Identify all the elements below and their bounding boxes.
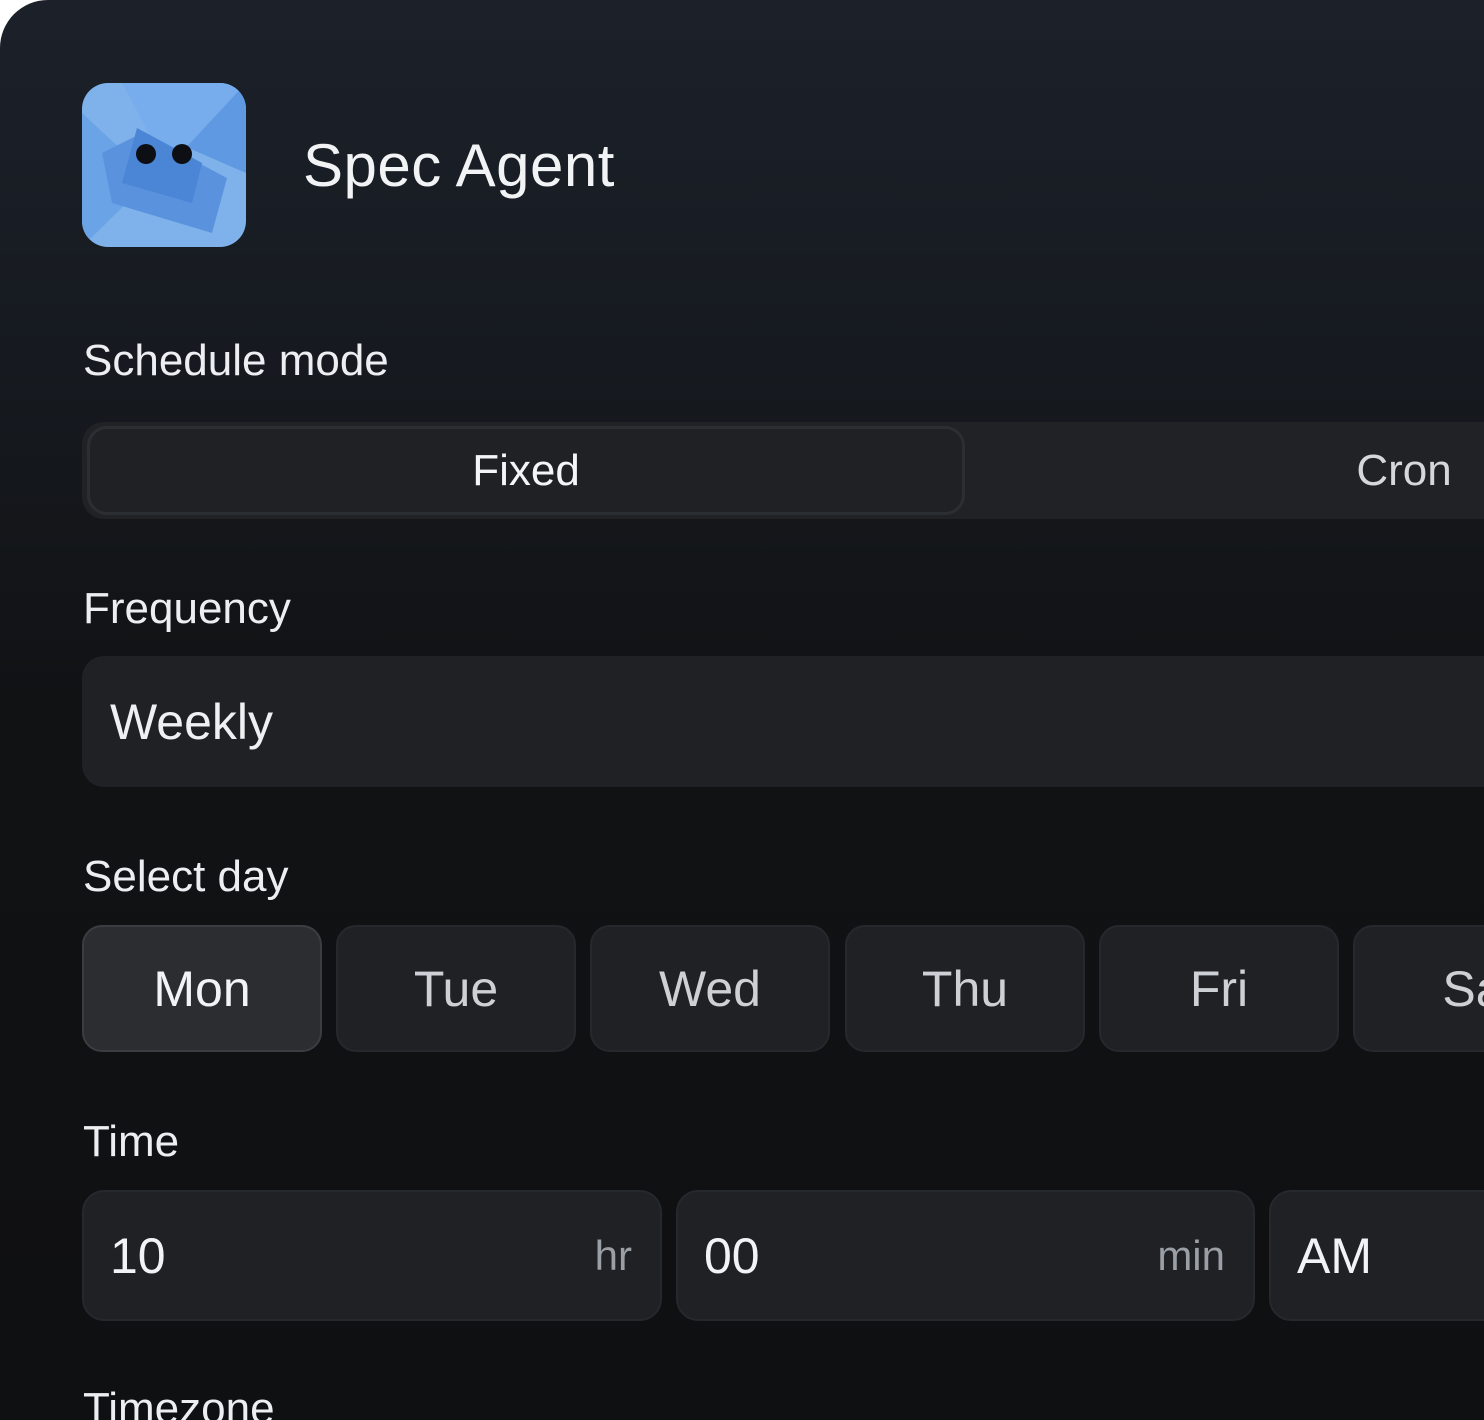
hour-unit: hr [594, 1231, 632, 1279]
timezone-label: Timezone [83, 1384, 275, 1420]
day-button-sat[interactable]: Sa [1353, 925, 1484, 1052]
select-day-label: Select day [83, 852, 289, 901]
robot-face-icon [82, 83, 246, 247]
schedule-mode-toggle: Fixed Cron [82, 422, 1484, 519]
day-button-fri[interactable]: Fri [1099, 925, 1339, 1052]
hour-input[interactable]: 10 hr [82, 1190, 662, 1321]
period-select[interactable]: AM [1269, 1190, 1484, 1321]
day-button-thu[interactable]: Thu [845, 925, 1085, 1052]
agent-title: Spec Agent [303, 131, 615, 199]
schedule-panel: Spec Agent Schedule mode Fixed Cron Freq… [0, 0, 1484, 1420]
schedule-mode-label: Schedule mode [83, 336, 389, 385]
period-value: AM [1297, 1227, 1372, 1284]
day-button-mon[interactable]: Mon [82, 925, 322, 1052]
schedule-mode-cron[interactable]: Cron [965, 426, 1484, 515]
frequency-select[interactable]: Weekly [82, 656, 1484, 787]
hour-value: 10 [110, 1227, 166, 1284]
frequency-label: Frequency [83, 584, 291, 633]
frequency-value: Weekly [110, 693, 274, 750]
agent-header: Spec Agent [82, 83, 615, 247]
time-label: Time [83, 1117, 180, 1166]
minute-unit: min [1157, 1231, 1225, 1279]
minute-input[interactable]: 00 min [676, 1190, 1255, 1321]
day-button-wed[interactable]: Wed [590, 925, 830, 1052]
minute-value: 00 [704, 1227, 760, 1284]
schedule-mode-fixed[interactable]: Fixed [87, 426, 965, 515]
day-button-tue[interactable]: Tue [336, 925, 576, 1052]
